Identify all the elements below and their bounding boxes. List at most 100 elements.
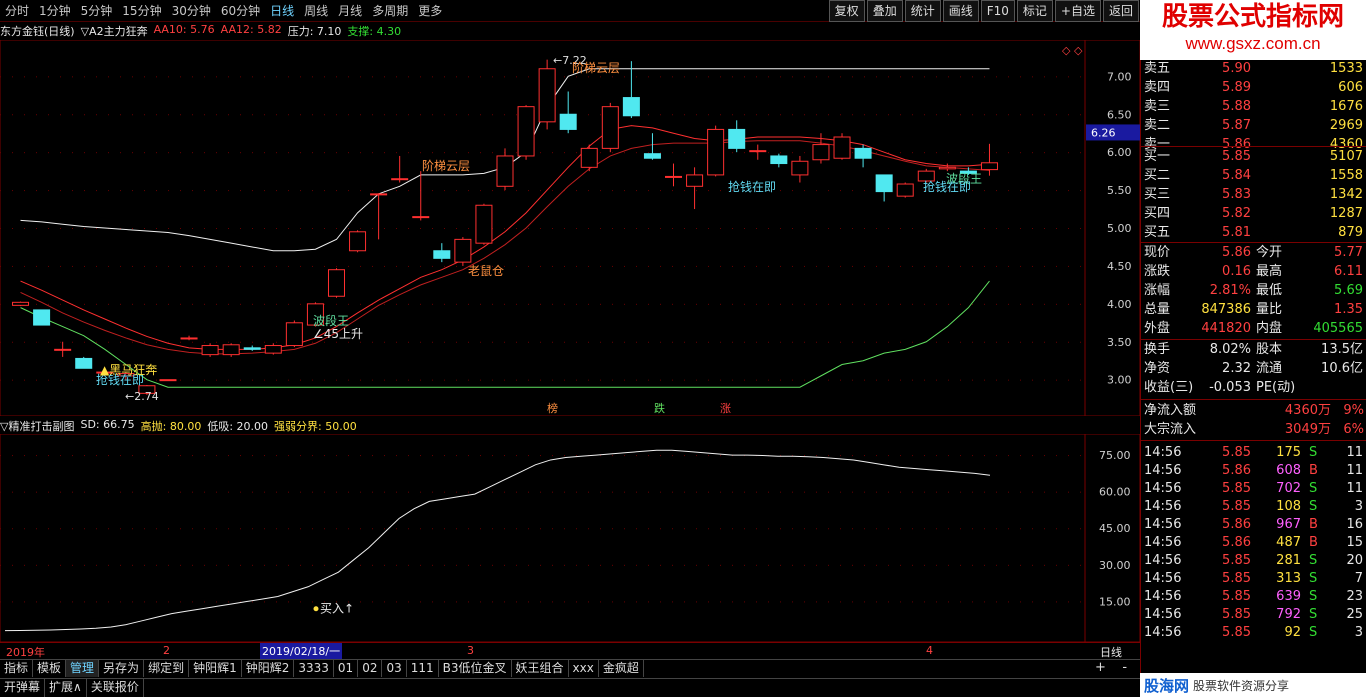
period-tab-2[interactable]: 5分钟 xyxy=(76,0,118,22)
indicator-tab-7[interactable]: 3333 xyxy=(294,660,334,677)
quote-row-2[interactable]: 涨幅 2.81% 最低 5.69 xyxy=(1141,281,1366,300)
toolbar-button-1[interactable]: 叠加 xyxy=(866,0,903,22)
buy-row-0[interactable]: 买一 5.85 5107 xyxy=(1141,147,1366,166)
bottom-button-1[interactable]: 扩展∧ xyxy=(45,679,87,697)
zoom-controls[interactable]: + - xyxy=(1095,660,1127,675)
indicator-tab-9[interactable]: 02 xyxy=(358,660,383,677)
grid-dot xyxy=(156,76,157,78)
sell-row-0[interactable]: 卖五 5.90 1533 xyxy=(1141,59,1366,78)
grid-dot xyxy=(660,265,661,267)
grid-dot xyxy=(828,190,829,192)
tick-row-1[interactable]: 14:56 5.86 608 B 11 xyxy=(1141,461,1366,480)
toolbar-button-6[interactable]: +自选 xyxy=(1054,0,1101,22)
toolbar-button-5[interactable]: 标记 xyxy=(1016,0,1053,22)
grid-dot xyxy=(816,379,817,381)
sub-indicator-chart[interactable]: 75.0060.0045.0030.0015.00买入↑ xyxy=(0,434,1140,642)
sub-indicator-name[interactable]: ▽精准打击副图 xyxy=(0,418,74,434)
sell-row-1[interactable]: 卖四 5.89 606 xyxy=(1141,78,1366,97)
grid-dot xyxy=(1020,114,1021,116)
grid-dot xyxy=(684,601,685,603)
tick-row-6[interactable]: 14:56 5.85 281 S 20 xyxy=(1141,551,1366,570)
grid-dot xyxy=(480,379,481,381)
period-tab-9[interactable]: 多周期 xyxy=(367,0,413,22)
grid-dot xyxy=(432,114,433,116)
quote-row-1[interactable]: 涨跌 0.16 最高 6.11 xyxy=(1141,262,1366,281)
tick-row-7[interactable]: 14:56 5.85 313 S 7 xyxy=(1141,569,1366,588)
period-tab-0[interactable]: 分时 xyxy=(0,0,34,22)
indicator-tab-10[interactable]: 03 xyxy=(382,660,407,677)
grid-dot xyxy=(36,528,37,530)
indicator-tab-14[interactable]: xxx xyxy=(569,660,599,677)
grid-dot xyxy=(948,528,949,530)
quote2-row-0[interactable]: 换手 8.02% 股本 13.5亿 xyxy=(1141,340,1366,359)
flow-row-0[interactable]: 净流入额 4360万 9% xyxy=(1141,401,1366,420)
quote-row-3[interactable]: 总量 847386 量比 1.35 xyxy=(1141,300,1366,319)
tick-row-0[interactable]: 14:56 5.85 175 S 11 xyxy=(1141,443,1366,462)
stock-title[interactable]: 东方金钰(日线) xyxy=(0,23,75,39)
grid-dot xyxy=(624,564,625,566)
grid-dot xyxy=(264,303,265,305)
period-tab-5[interactable]: 60分钟 xyxy=(216,0,265,22)
tick-row-10[interactable]: 14:56 5.85 92 S 3 xyxy=(1141,623,1366,642)
main-kline-chart[interactable]: 7.006.506.005.505.004.504.003.503.006.26… xyxy=(0,40,1140,416)
indicator-tab-1[interactable]: 模板 xyxy=(33,660,67,677)
tick-row-8[interactable]: 14:56 5.85 639 S 23 xyxy=(1141,587,1366,606)
indicator-tab-12[interactable]: B3低位金叉 xyxy=(439,660,512,677)
toolbar-button-3[interactable]: 画线 xyxy=(942,0,979,22)
period-tab-10[interactable]: 更多 xyxy=(413,0,447,22)
grid-dot xyxy=(1020,455,1021,457)
period-tab-4[interactable]: 30分钟 xyxy=(167,0,216,22)
grid-dot xyxy=(300,528,301,530)
indicator-tab-4[interactable]: 绑定到 xyxy=(144,660,190,677)
sell-row-2[interactable]: 卖三 5.88 1676 xyxy=(1141,97,1366,116)
tick-row-9[interactable]: 14:56 5.85 792 S 25 xyxy=(1141,605,1366,624)
toolbar-button-2[interactable]: 统计 xyxy=(904,0,941,22)
tick-row-3[interactable]: 14:56 5.85 108 S 3 xyxy=(1141,497,1366,516)
grid-dot xyxy=(192,303,193,305)
indicator-tab-5[interactable]: 钟阳辉1 xyxy=(189,660,242,677)
tick-row-5[interactable]: 14:56 5.86 487 B 15 xyxy=(1141,533,1366,552)
indicator-tab-8[interactable]: 01 xyxy=(334,660,359,677)
toolbar-button-4[interactable]: F10 xyxy=(980,0,1015,22)
grid-dot xyxy=(276,265,277,267)
period-tab-7[interactable]: 周线 xyxy=(299,0,333,22)
grid-dot xyxy=(108,491,109,493)
quote2-row-2[interactable]: 收益(三) -0.053 PE(动) xyxy=(1141,378,1366,397)
buy-row-2[interactable]: 买三 5.83 1342 xyxy=(1141,185,1366,204)
grid-dot xyxy=(144,152,145,154)
indicator-tab-2[interactable]: 管理 xyxy=(66,660,100,677)
indicator-tab-0[interactable]: 指标 xyxy=(0,660,34,677)
indicator-tab-3[interactable]: 另存为 xyxy=(99,660,145,677)
indicator-tab-15[interactable]: 金疯超 xyxy=(599,660,644,677)
candle xyxy=(875,174,893,202)
period-tab-8[interactable]: 月线 xyxy=(333,0,367,22)
quote-row-0[interactable]: 现价 5.86 今开 5.77 xyxy=(1141,243,1366,262)
quote-row-4[interactable]: 外盘 441820 内盘 405565 xyxy=(1141,319,1366,338)
tick-row-2[interactable]: 14:56 5.85 702 S 11 xyxy=(1141,479,1366,498)
period-tab-3[interactable]: 15分钟 xyxy=(117,0,166,22)
grid-dot xyxy=(168,114,169,116)
tick-row-4[interactable]: 14:56 5.86 967 B 16 xyxy=(1141,515,1366,534)
grid-dot xyxy=(60,564,61,566)
buy-row-3[interactable]: 买四 5.82 1287 xyxy=(1141,204,1366,223)
grid-dot xyxy=(636,76,637,78)
candle xyxy=(622,61,640,119)
grid-dot xyxy=(1032,152,1033,154)
toolbar-button-7[interactable]: 返回 xyxy=(1102,0,1139,22)
indicator-name[interactable]: ▽A2主力狂奔 xyxy=(81,23,148,39)
flow-row-1[interactable]: 大宗流入 3049万 6% xyxy=(1141,420,1366,439)
bottom-button-0[interactable]: 开弹幕 xyxy=(0,679,46,697)
buy-row-4[interactable]: 买五 5.81 879 xyxy=(1141,223,1366,242)
toolbar-button-0[interactable]: 复权 xyxy=(828,0,865,22)
buy-row-1[interactable]: 买二 5.84 1558 xyxy=(1141,166,1366,185)
grid-dot xyxy=(240,152,241,154)
period-tab-1[interactable]: 1分钟 xyxy=(34,0,76,22)
indicator-tab-6[interactable]: 钟阳辉2 xyxy=(242,660,295,677)
indicator-tab-13[interactable]: 妖王组合 xyxy=(512,660,569,677)
grid-dot xyxy=(1068,152,1069,154)
indicator-tab-11[interactable]: 111 xyxy=(407,660,439,677)
quote2-row-1[interactable]: 净资 2.32 流通 10.6亿 xyxy=(1141,359,1366,378)
period-tab-6[interactable]: 日线 xyxy=(265,0,299,22)
bottom-button-2[interactable]: 关联报价 xyxy=(87,679,144,697)
sell-row-3[interactable]: 卖二 5.87 2969 xyxy=(1141,116,1366,135)
